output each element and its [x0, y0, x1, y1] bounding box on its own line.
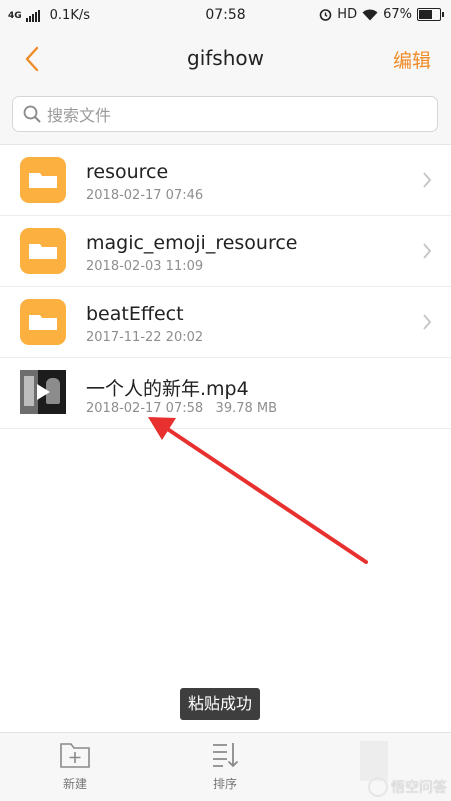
file-list: resource 2018-02-17 07:46 magic_emoji_re…: [0, 145, 451, 429]
chevron-right-icon: [423, 314, 432, 330]
bottom-toolbar: 新建 排序 悟空问答: [0, 732, 451, 801]
battery-icon: [417, 8, 444, 21]
nav-bar: gifshow 编辑: [0, 32, 451, 86]
list-item-folder[interactable]: beatEffect 2017-11-22 20:02: [0, 287, 451, 358]
disabled-toolbar-item: [360, 741, 388, 781]
list-item-folder[interactable]: resource 2018-02-17 07:46: [0, 145, 451, 216]
list-item-folder[interactable]: magic_emoji_resource 2018-02-03 11:09: [0, 216, 451, 287]
chevron-right-icon: [423, 243, 432, 259]
search-placeholder: 搜索文件: [47, 106, 112, 125]
search-icon: [23, 105, 41, 123]
new-button[interactable]: 新建: [45, 741, 105, 792]
toast-message: 粘贴成功: [180, 688, 261, 720]
battery-percent: 67%: [383, 7, 412, 22]
file-name: beatEffect: [86, 303, 184, 325]
file-meta: 2017-11-22 20:02: [86, 330, 204, 345]
file-meta: 2018-02-17 07:58 39.78 MB: [86, 401, 278, 416]
watermark-logo-icon: [368, 777, 388, 797]
edit-button[interactable]: 编辑: [393, 46, 431, 73]
new-label: 新建: [62, 777, 87, 791]
alarm-icon: [319, 9, 332, 21]
file-name: magic_emoji_resource: [86, 232, 298, 254]
sort-button[interactable]: 排序: [195, 741, 255, 792]
page-title: gifshow: [187, 46, 264, 70]
wifi-icon: [362, 9, 378, 20]
file-meta: 2018-02-03 11:09: [86, 259, 204, 274]
sort-label: 排序: [212, 777, 237, 791]
watermark-text: 悟空问答: [391, 780, 447, 796]
folder-icon: [20, 157, 66, 203]
sort-icon: [213, 743, 239, 768]
status-bar: 4G 0.1K/s 07:58 HD 67%: [0, 0, 451, 32]
search-input[interactable]: 搜索文件: [12, 96, 438, 132]
video-thumbnail: [20, 370, 66, 414]
file-name: 一个人的新年.mp4: [86, 378, 249, 400]
file-name: resource: [86, 161, 169, 183]
search-bar: 搜索文件: [0, 86, 451, 145]
status-right: HD 67%: [319, 7, 444, 22]
play-icon: [37, 384, 50, 400]
file-meta: 2018-02-17 07:46: [86, 188, 204, 203]
folder-icon: [20, 228, 66, 274]
hd-badge: HD: [337, 7, 358, 22]
chevron-right-icon: [423, 172, 432, 188]
list-item-video[interactable]: 一个人的新年.mp4 2018-02-17 07:58 39.78 MB: [0, 358, 451, 429]
new-folder-icon: [60, 743, 90, 768]
folder-icon: [20, 299, 66, 345]
watermark: 悟空问答: [368, 777, 447, 797]
